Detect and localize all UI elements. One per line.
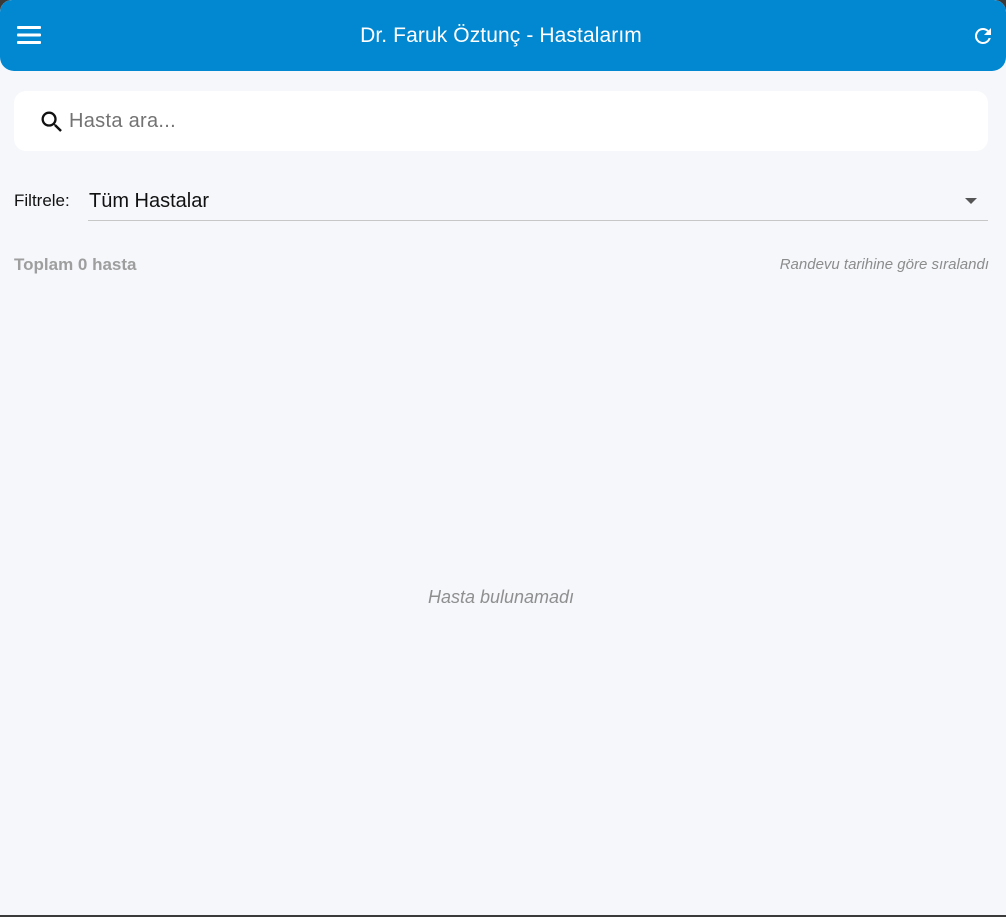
search-bar[interactable] [14, 91, 988, 151]
filter-selected-value: Tüm Hastalar [89, 190, 210, 212]
filter-label: Filtrele: [14, 191, 70, 210]
refresh-icon [974, 27, 991, 44]
search-icon [41, 111, 62, 132]
app-bar: Dr. Faruk Öztunç - Hastalarım [0, 0, 1006, 71]
dropdown-arrow-icon [965, 198, 977, 204]
search-input[interactable] [69, 101, 969, 141]
sort-note: Randevu tarihine göre sıralandı [779, 256, 989, 273]
empty-state-message: Hasta bulunamadı [427, 587, 575, 607]
refresh-button[interactable] [964, 17, 1002, 55]
patients-screen: Dr. Faruk Öztunç - Hastalarım Filtrele: … [0, 0, 1006, 915]
page-title: Dr. Faruk Öztunç - Hastalarım [360, 24, 642, 47]
patient-count: Toplam 0 hasta [14, 255, 137, 274]
filter-dropdown[interactable]: Tüm Hastalar [88, 184, 988, 221]
